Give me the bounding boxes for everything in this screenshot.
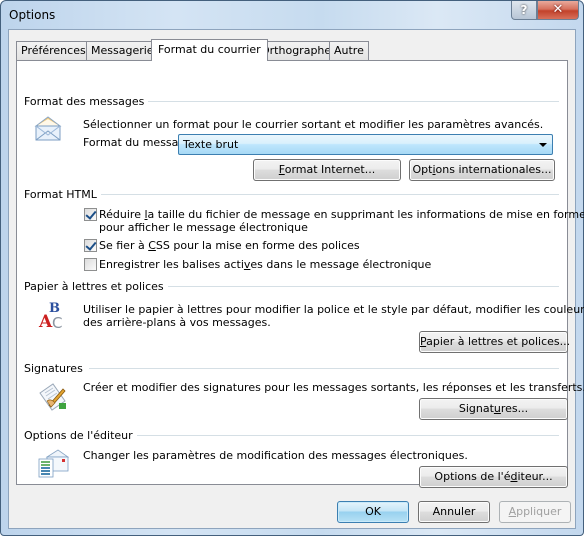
rely-on-css-checkbox[interactable] <box>84 239 97 252</box>
divider <box>89 368 559 369</box>
select-value: Texte brut <box>183 138 239 151</box>
signatures-description: Créer et modifier des signatures pour le… <box>83 381 584 394</box>
message-format-select[interactable]: Texte brut <box>178 134 553 155</box>
tab-orthographe[interactable]: Orthographe <box>256 41 337 60</box>
divider <box>129 435 559 436</box>
reduce-message-size-label[interactable]: Réduire la taille du fichier de message … <box>99 208 584 221</box>
help-icon: ? <box>520 3 528 17</box>
button-text: Signat <box>458 402 494 415</box>
section-title-message-format: Format des messages <box>24 95 149 108</box>
tab-panel-format-du-courrier: Format des messages Sélectionner un form… <box>16 60 584 488</box>
label-text: SS pour la mise en forme des polices <box>155 239 360 252</box>
label-text: a taille du fichier de message en suppri… <box>147 208 584 221</box>
divider <box>117 101 559 102</box>
section-title-html-format: Format HTML <box>24 188 101 201</box>
button-text: res... <box>500 402 529 415</box>
tab-messagerie[interactable]: Messagerie <box>86 41 159 60</box>
tab-format-du-courrier[interactable]: Format du courrier <box>151 39 268 61</box>
reduce-message-size-label-line2[interactable]: pour afficher le message électronique <box>99 221 308 234</box>
close-icon: ✕ <box>552 2 564 17</box>
tab-autre[interactable]: Autre <box>329 41 369 60</box>
message-format-description: Sélectionner un format pour le courrier … <box>83 118 544 131</box>
button-text: ppliquer <box>516 505 562 518</box>
envelope-icon <box>34 116 62 141</box>
window-title: Options <box>9 8 56 22</box>
editor-description: Changer les paramètres de modification d… <box>83 449 468 462</box>
ok-button[interactable]: OK <box>337 501 409 523</box>
editor-options-button[interactable]: Options de l'éditeur... <box>419 466 568 488</box>
rely-on-css-label[interactable]: Se fier à CSS pour la mise en forme des … <box>99 239 360 252</box>
chevron-down-icon <box>539 143 547 147</box>
label-text: es dans le message électronique <box>250 258 432 271</box>
label-accel: C <box>148 239 156 252</box>
section-title-signatures: Signatures <box>24 362 87 375</box>
button-text: ons internationales... <box>435 163 552 176</box>
label-text: Enregistrer les balises acti <box>99 258 244 271</box>
stationery-description-line1: Utiliser le papier à lettres pour modifi… <box>83 303 584 316</box>
cancel-button[interactable]: Annuler <box>418 501 490 523</box>
signatures-button[interactable]: Signatures... <box>419 398 568 420</box>
help-button[interactable]: ? <box>511 1 537 20</box>
svg-text:A: A <box>38 312 53 331</box>
editor-document-icon <box>38 449 69 478</box>
fonts-abc-icon: B A C <box>38 301 62 331</box>
options-dialog: Options ? ✕ Préférences Messagerie Forma… <box>0 0 584 536</box>
divider <box>157 286 559 287</box>
label-text: Réduire <box>99 208 145 221</box>
close-button[interactable]: ✕ <box>537 1 579 20</box>
svg-text:C: C <box>52 314 62 331</box>
stationery-fonts-button[interactable]: Papier à lettres et polices... <box>419 331 571 353</box>
label-text: Format du messa <box>83 136 179 149</box>
button-accel: u <box>493 402 501 415</box>
button-text: apier à lettres et polices... <box>426 335 571 348</box>
button-accel: A <box>508 505 517 518</box>
section-title-editor-options: Options de l'éditeur <box>24 429 137 442</box>
divider <box>99 194 559 195</box>
save-smart-tags-checkbox[interactable] <box>84 258 97 271</box>
dialog-body: Préférences Messagerie Format du courrie… <box>8 29 584 529</box>
stationery-description-line2: des arrière-plans à vos messages. <box>83 316 271 329</box>
button-text: ormat Internet... <box>284 163 376 176</box>
button-text: iteur... <box>517 470 553 483</box>
tab-preferences[interactable]: Préférences <box>16 41 91 60</box>
button-text: Options de l'é <box>434 470 511 483</box>
internet-format-button[interactable]: Format Internet... <box>253 159 401 181</box>
label-text: Se fier à <box>99 239 149 252</box>
apply-button[interactable]: Appliquer <box>499 501 571 523</box>
signature-pen-icon <box>39 383 66 411</box>
save-smart-tags-label[interactable]: Enregistrer les balises actives dans le … <box>99 258 431 271</box>
title-bar[interactable]: Options ? ✕ <box>1 1 583 29</box>
button-text: Opt <box>412 163 433 176</box>
section-title-stationery: Papier à lettres et polices <box>24 280 168 293</box>
reduce-message-size-checkbox[interactable] <box>84 208 97 221</box>
international-options-button[interactable]: Options internationales... <box>409 159 555 181</box>
